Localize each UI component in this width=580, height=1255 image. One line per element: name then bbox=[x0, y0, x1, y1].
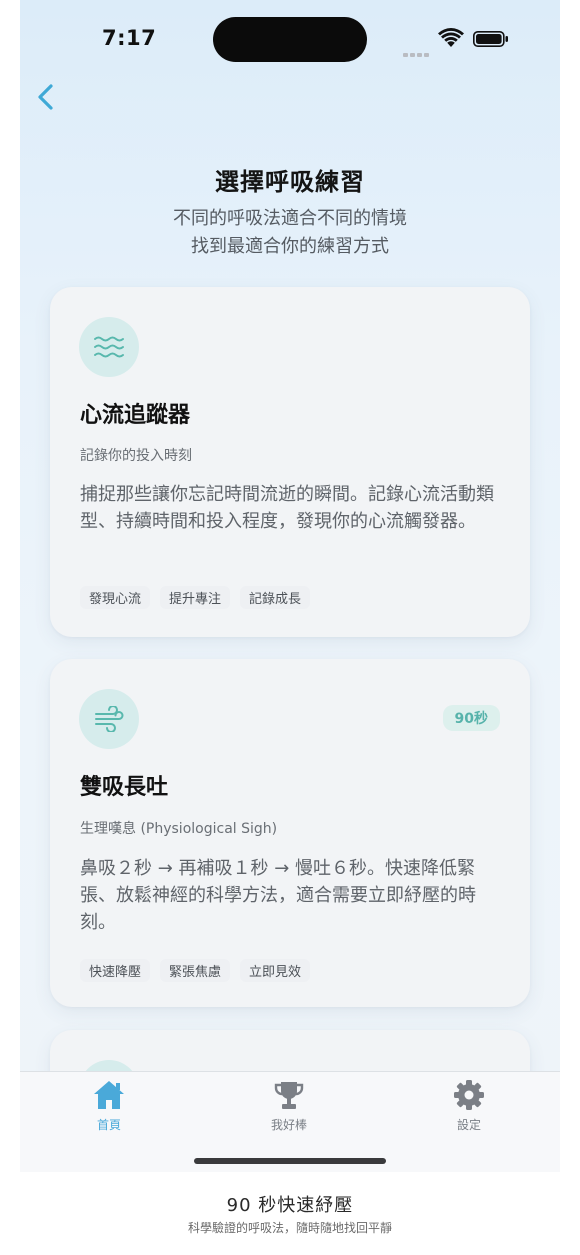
back-button[interactable] bbox=[32, 80, 62, 114]
subtitle-line-1: 不同的呼吸法適合不同的情境 bbox=[173, 208, 407, 229]
card-tags: 快速降壓 緊張焦慮 立即見效 bbox=[80, 959, 311, 982]
tab-settings[interactable]: 設定 bbox=[424, 1078, 514, 1133]
card-description: 鼻吸２秒 → 再補吸１秒 → 慢吐６秒。快速降低緊張、放鬆神經的科學方法，適合需… bbox=[80, 858, 476, 933]
tag: 緊張焦慮 bbox=[160, 959, 231, 982]
tag: 立即見效 bbox=[240, 959, 311, 982]
exercise-card-physiological-sigh[interactable]: 90秒 雙吸長吐 生理嘆息 (Physiological Sigh) 鼻吸２秒 … bbox=[50, 659, 530, 1007]
card-title: 心流追蹤器 bbox=[80, 403, 191, 428]
card-tags: 發現心流 提升專注 記錄成長 bbox=[80, 586, 311, 609]
duration-badge: 90秒 bbox=[442, 705, 500, 731]
home-icon bbox=[94, 1081, 124, 1109]
wifi-icon bbox=[438, 28, 464, 47]
tab-bar: 首頁 我好棒 設定 bbox=[20, 1071, 560, 1172]
caption-subtitle: 科學驗證的呼吸法，隨時隨地找回平靜 bbox=[187, 1221, 392, 1235]
tag: 發現心流 bbox=[80, 586, 151, 609]
trophy-icon bbox=[274, 1082, 304, 1109]
page-title: 選擇呼吸練習 bbox=[215, 168, 365, 196]
dynamic-island bbox=[213, 17, 367, 62]
wind-icon bbox=[79, 689, 139, 749]
gear-icon bbox=[454, 1080, 484, 1110]
card-title: 雙吸長吐 bbox=[80, 775, 169, 800]
tab-home[interactable]: 首頁 bbox=[64, 1078, 154, 1133]
page-subtitle: 不同的呼吸法適合不同的情境 找到最適合你的練習方式 bbox=[20, 205, 560, 261]
home-indicator bbox=[194, 1158, 386, 1164]
tab-label: 首頁 bbox=[96, 1118, 121, 1132]
chevron-left-icon bbox=[38, 84, 53, 110]
phone-screen: 7:17 選擇呼吸練習 不同的呼吸法適合不同的情境 找到最適合你的練習方式 心流… bbox=[20, 0, 560, 1172]
tag: 提升專注 bbox=[160, 586, 231, 609]
tab-label: 我好棒 bbox=[270, 1118, 307, 1132]
tab-label: 設定 bbox=[456, 1118, 481, 1132]
cellular-signal-icon bbox=[403, 42, 433, 57]
exercise-card-flow-tracker[interactable]: 心流追蹤器 記錄你的投入時刻 捕捉那些讓你忘記時間流逝的瞬間。記錄心流活動類型、… bbox=[50, 287, 530, 637]
waves-icon bbox=[79, 317, 139, 377]
status-time: 7:17 bbox=[102, 26, 157, 50]
card-subtitle: 記錄你的投入時刻 bbox=[80, 448, 192, 464]
tab-achievements[interactable]: 我好棒 bbox=[244, 1078, 334, 1133]
tag: 快速降壓 bbox=[80, 959, 151, 982]
tag: 記錄成長 bbox=[240, 586, 311, 609]
battery-icon bbox=[473, 31, 508, 47]
card-subtitle: 生理嘆息 (Physiological Sigh) bbox=[80, 821, 278, 837]
card-description: 捕捉那些讓你忘記時間流逝的瞬間。記錄心流活動類型、持續時間和投入程度，發現你的心… bbox=[80, 484, 494, 532]
caption-title: 90 秒快速紓壓 bbox=[226, 1195, 354, 1216]
subtitle-line-2: 找到最適合你的練習方式 bbox=[191, 236, 389, 257]
